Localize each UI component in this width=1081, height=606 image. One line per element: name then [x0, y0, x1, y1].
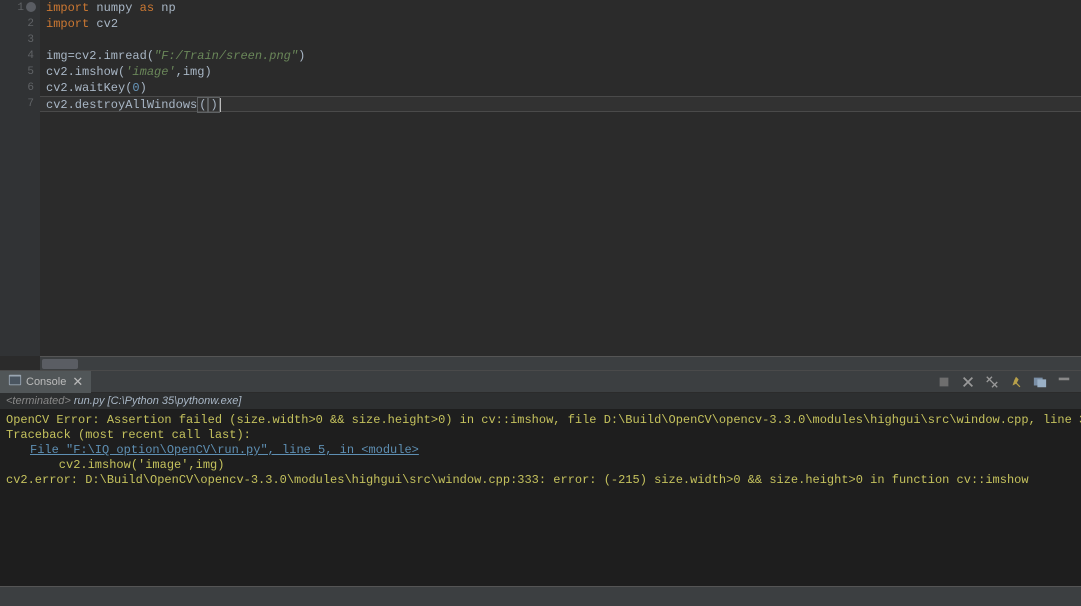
- code-line[interactable]: import numpy as np: [46, 0, 1081, 16]
- line-number: 6: [0, 80, 34, 96]
- code-line[interactable]: cv2.imshow('image',img): [46, 64, 1081, 80]
- fold-icon[interactable]: [26, 2, 36, 12]
- line-gutter: 1234567: [0, 0, 40, 356]
- console-toolbar: [937, 375, 1081, 389]
- stop-icon[interactable]: [937, 375, 951, 389]
- line-number: 2: [0, 16, 34, 32]
- horizontal-scrollbar[interactable]: [40, 356, 1081, 370]
- code-line[interactable]: img=cv2.imread("F:/Train/sreen.png"): [46, 48, 1081, 64]
- console-pane: Console ✕ <terminated> run.py [C:\Python…: [0, 370, 1081, 586]
- code-line[interactable]: import cv2: [46, 16, 1081, 32]
- clear-all-icon[interactable]: [985, 375, 999, 389]
- pin-icon[interactable]: [1009, 375, 1023, 389]
- close-icon[interactable]: ✕: [72, 374, 83, 390]
- clear-icon[interactable]: [961, 375, 975, 389]
- minimize-icon[interactable]: [1057, 375, 1071, 389]
- console-tab[interactable]: Console ✕: [0, 371, 91, 393]
- console-tabbar: Console ✕: [0, 371, 1081, 393]
- scrollbar-thumb[interactable]: [42, 359, 78, 369]
- line-number: 5: [0, 64, 34, 80]
- line-number: 7: [0, 96, 34, 112]
- status-bar: [0, 586, 1081, 606]
- console-line: cv2.error: D:\Build\OpenCV\opencv-3.3.0\…: [6, 473, 1075, 488]
- console-icon: [8, 373, 22, 390]
- line-number: 4: [0, 48, 34, 64]
- run-path-label: run.py [C:\Python 35\pythonw.exe]: [74, 395, 242, 407]
- code-line[interactable]: cv2.waitKey(0): [46, 80, 1081, 96]
- console-run-header: <terminated> run.py [C:\Python 35\python…: [0, 393, 1081, 409]
- console-tab-label: Console: [26, 376, 66, 388]
- new-console-icon[interactable]: [1033, 375, 1047, 389]
- console-output[interactable]: OpenCV Error: Assertion failed (size.wid…: [0, 409, 1081, 586]
- code-area[interactable]: 1234567 import numpy as npimport cv2 img=…: [0, 0, 1081, 356]
- console-line: cv2.imshow('image',img): [6, 458, 1075, 473]
- code-line[interactable]: cv2.destroyAllWindows(): [40, 96, 1081, 112]
- code-line[interactable]: [46, 32, 1081, 48]
- editor-pane: 1234567 import numpy as npimport cv2 img=…: [0, 0, 1081, 370]
- console-line: OpenCV Error: Assertion failed (size.wid…: [6, 413, 1075, 428]
- console-line: File "F:\IQ option\OpenCV\run.py", line …: [6, 443, 1075, 458]
- code-lines[interactable]: import numpy as npimport cv2 img=cv2.imre…: [40, 0, 1081, 356]
- console-line: Traceback (most recent call last):: [6, 428, 1075, 443]
- cursor: [220, 98, 221, 112]
- terminated-label: <terminated>: [6, 395, 71, 407]
- line-number: 1: [0, 0, 34, 16]
- line-number: 3: [0, 32, 34, 48]
